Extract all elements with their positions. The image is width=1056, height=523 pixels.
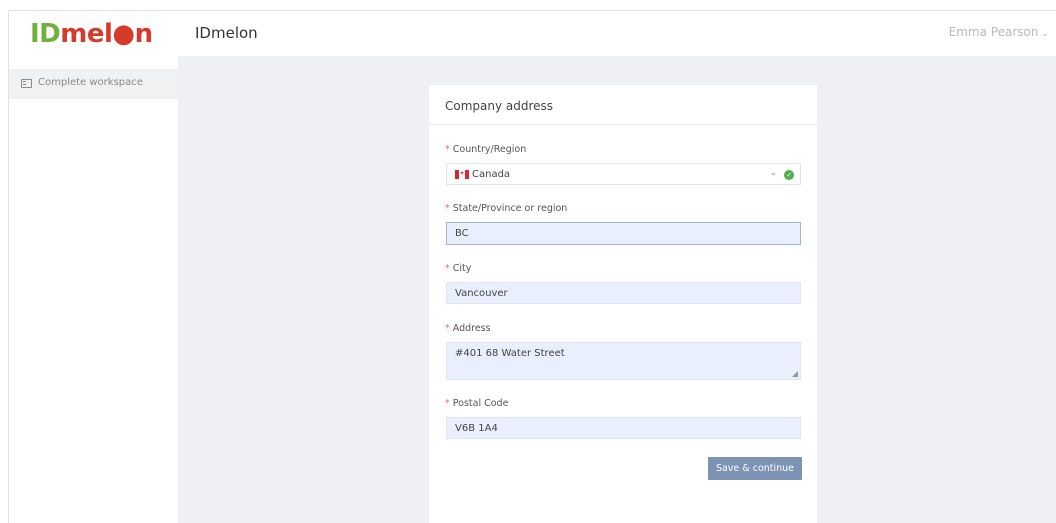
- user-name: Emma Pearson: [948, 25, 1039, 39]
- card-title: Company address: [445, 99, 554, 113]
- address-value: #401 68 Water Street: [455, 348, 565, 359]
- country-select[interactable]: Canada ⌄ ✓: [446, 163, 801, 185]
- sidebar: Complete workspace: [9, 56, 178, 523]
- required-mark: *: [445, 263, 450, 274]
- company-address-card: Company address *Country/Region Canada ⌄…: [429, 85, 817, 523]
- address-label: * Address: [445, 323, 491, 334]
- logo-dot: ●: [112, 19, 135, 49]
- state-input[interactable]: BC: [446, 222, 801, 245]
- chevron-down-icon: ⌄: [1041, 29, 1049, 39]
- canada-flag-icon: [455, 169, 469, 179]
- city-value: Vancouver: [455, 288, 508, 299]
- postal-value: V6B 1A4: [455, 423, 498, 434]
- required-mark: *: [445, 323, 450, 334]
- country-label-text: Country/Region: [452, 144, 527, 155]
- user-menu[interactable]: Emma Pearson ⌄: [949, 25, 1049, 39]
- check-circle-icon: ✓: [784, 170, 794, 180]
- top-header: IDmel●n IDmelon Emma Pearson ⌄: [9, 11, 1056, 56]
- idmelon-logo[interactable]: IDmel●n: [30, 19, 153, 49]
- required-mark: *: [445, 144, 450, 155]
- address-label-text: Address: [452, 323, 491, 334]
- postal-label-text: Postal Code: [452, 398, 509, 409]
- state-value: BC: [455, 228, 469, 239]
- resize-handle-icon[interactable]: ◢: [792, 369, 798, 378]
- city-label-text: City: [452, 263, 472, 274]
- state-label: * State/Province or region: [445, 203, 567, 214]
- divider: [429, 124, 817, 125]
- app-title: IDmelon: [195, 24, 258, 42]
- city-label: * City: [445, 263, 471, 274]
- postal-input[interactable]: V6B 1A4: [446, 417, 801, 439]
- logo-part-mel: mel: [60, 19, 113, 49]
- save-continue-button[interactable]: Save & continue: [708, 457, 802, 480]
- workspace-icon: [21, 79, 32, 88]
- state-label-text: State/Province or region: [452, 203, 568, 214]
- postal-label: * Postal Code: [445, 398, 508, 409]
- country-value: Canada: [472, 169, 511, 180]
- city-input[interactable]: Vancouver: [446, 282, 801, 304]
- chevron-down-icon: ⌄: [769, 168, 777, 178]
- sidebar-item-label: Complete workspace: [38, 77, 143, 88]
- logo-part-n: n: [134, 19, 154, 49]
- required-mark: *: [445, 203, 450, 214]
- main-content: Company address *Country/Region Canada ⌄…: [178, 56, 1056, 523]
- country-label: * Country/Region: [445, 144, 526, 155]
- required-mark: *: [445, 398, 450, 409]
- app-window: IDmel●n IDmelon Emma Pearson ⌄ Complete w…: [8, 10, 1056, 523]
- sidebar-item-complete-workspace[interactable]: Complete workspace: [9, 69, 178, 99]
- logo-part-id: ID: [30, 19, 61, 49]
- address-textarea[interactable]: #401 68 Water Street ◢: [446, 342, 801, 380]
